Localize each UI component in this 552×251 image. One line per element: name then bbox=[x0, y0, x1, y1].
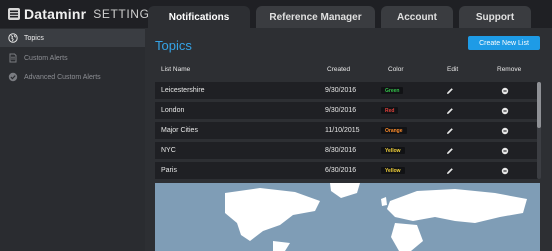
table-row: Leicestershire 9/30/2016 Green bbox=[155, 82, 540, 99]
list-name-cell: NYC bbox=[161, 147, 176, 154]
pencil-icon bbox=[447, 87, 453, 94]
dataminr-logo: Dataminr SETTINGS bbox=[8, 6, 158, 22]
document-icon bbox=[8, 53, 18, 63]
top-header: Dataminr SETTINGS Notifications Referenc… bbox=[0, 0, 552, 28]
checkmark-circle-icon bbox=[8, 72, 18, 82]
page-title: Topics bbox=[155, 38, 192, 53]
column-header-list-name: List Name bbox=[161, 66, 191, 73]
color-cell: Yellow bbox=[381, 142, 405, 159]
created-date-cell: 9/30/2016 bbox=[325, 87, 357, 94]
color-cell: Red bbox=[381, 102, 399, 119]
created-date-cell: 6/30/2016 bbox=[325, 167, 357, 174]
logo-mark-icon bbox=[8, 8, 20, 20]
edit-button[interactable] bbox=[446, 102, 454, 119]
sidebar-item-label: Topics bbox=[24, 34, 44, 42]
logo-name: Dataminr bbox=[24, 6, 87, 22]
tab-account[interactable]: Account bbox=[381, 6, 453, 28]
pencil-icon bbox=[447, 167, 453, 174]
column-header-edit: Edit bbox=[447, 66, 459, 73]
sidebar-item-custom-alerts[interactable]: Custom Alerts bbox=[0, 49, 145, 67]
world-map[interactable] bbox=[155, 183, 540, 251]
table-header: List Name Created Color Edit Remove bbox=[155, 66, 540, 78]
list-name-cell: Major Cities bbox=[161, 127, 198, 134]
tab-reference-manager[interactable]: Reference Manager bbox=[256, 6, 375, 28]
remove-circle-icon bbox=[501, 107, 509, 114]
scrollbar-thumb[interactable] bbox=[537, 82, 541, 128]
pencil-icon bbox=[447, 127, 453, 134]
sidebar: Topics Custom Alerts Advanced Custom Ale… bbox=[0, 28, 145, 251]
table-row: London 9/30/2016 Red bbox=[155, 102, 540, 119]
main-panel: Topics Create New List List Name Created… bbox=[145, 28, 552, 251]
pencil-icon bbox=[447, 107, 453, 114]
table-row: NYC 8/30/2016 Yellow bbox=[155, 142, 540, 159]
color-badge: Yellow bbox=[381, 147, 405, 154]
remove-circle-icon bbox=[501, 127, 509, 134]
color-cell: Orange bbox=[381, 122, 407, 139]
tab-notifications[interactable]: Notifications bbox=[148, 6, 250, 28]
remove-button[interactable] bbox=[501, 82, 509, 99]
remove-circle-icon bbox=[501, 147, 509, 154]
top-tabs: Notifications Reference Manager Account … bbox=[148, 6, 531, 28]
created-date-cell: 11/10/2015 bbox=[325, 127, 360, 134]
edit-button[interactable] bbox=[446, 162, 454, 179]
remove-button[interactable] bbox=[501, 162, 509, 179]
sidebar-item-label: Advanced Custom Alerts bbox=[24, 73, 101, 81]
tab-support[interactable]: Support bbox=[459, 6, 531, 28]
color-badge: Red bbox=[381, 107, 399, 114]
color-cell: Green bbox=[381, 82, 404, 99]
remove-button[interactable] bbox=[501, 122, 509, 139]
remove-button[interactable] bbox=[501, 142, 509, 159]
color-badge: Orange bbox=[381, 127, 407, 134]
column-header-created: Created bbox=[327, 66, 351, 73]
topics-table: Leicestershire 9/30/2016 Green London 9/30/2… bbox=[155, 82, 540, 182]
color-cell: Yellow bbox=[381, 162, 405, 179]
list-name-cell: Leicestershire bbox=[161, 87, 205, 94]
world-map-graphic bbox=[225, 183, 527, 251]
sidebar-item-label: Custom Alerts bbox=[24, 54, 68, 62]
globe-icon bbox=[8, 33, 18, 43]
table-row: Major Cities 11/10/2015 Orange bbox=[155, 122, 540, 139]
created-date-cell: 9/30/2016 bbox=[325, 107, 357, 114]
color-badge: Green bbox=[381, 87, 404, 94]
column-header-remove: Remove bbox=[497, 66, 522, 73]
sidebar-item-topics[interactable]: Topics bbox=[0, 29, 145, 47]
column-header-color: Color bbox=[388, 66, 404, 73]
edit-button[interactable] bbox=[446, 122, 454, 139]
create-new-list-button[interactable]: Create New List bbox=[468, 36, 540, 50]
remove-circle-icon bbox=[501, 167, 509, 174]
color-badge: Yellow bbox=[381, 167, 405, 174]
table-scrollbar[interactable] bbox=[537, 82, 541, 179]
sidebar-item-advanced-custom-alerts[interactable]: Advanced Custom Alerts bbox=[0, 68, 145, 86]
edit-button[interactable] bbox=[446, 142, 454, 159]
remove-button[interactable] bbox=[501, 102, 509, 119]
remove-circle-icon bbox=[501, 87, 509, 94]
list-name-cell: Paris bbox=[161, 167, 177, 174]
created-date-cell: 8/30/2016 bbox=[325, 147, 357, 154]
pencil-icon bbox=[447, 147, 453, 154]
table-row: Paris 6/30/2016 Yellow bbox=[155, 162, 540, 179]
list-name-cell: London bbox=[161, 107, 185, 114]
edit-button[interactable] bbox=[446, 82, 454, 99]
